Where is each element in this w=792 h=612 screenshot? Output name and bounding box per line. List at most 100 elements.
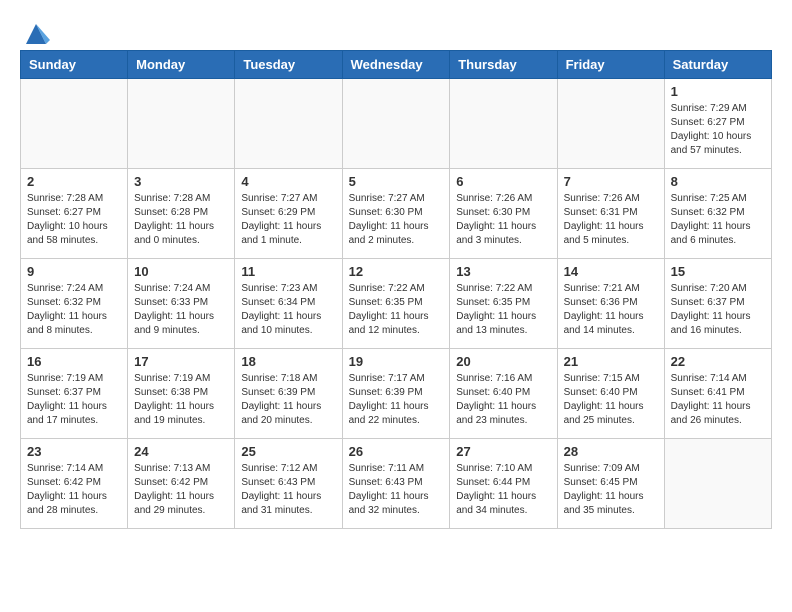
calendar-cell: 10 Sunrise: 7:24 AM Sunset: 6:33 PM Dayli… [128,259,235,349]
calendar-cell: 9 Sunrise: 7:24 AM Sunset: 6:32 PM Daylig… [21,259,128,349]
day-number: 11 [241,264,335,279]
calendar-header-wednesday: Wednesday [342,51,450,79]
calendar-cell [235,79,342,169]
day-number: 12 [349,264,444,279]
calendar-cell: 6 Sunrise: 7:26 AM Sunset: 6:30 PM Daylig… [450,169,557,259]
day-info: Sunrise: 7:09 AM Sunset: 6:45 PM Dayligh… [564,462,658,518]
day-number: 20 [456,354,550,369]
calendar-cell: 25 Sunrise: 7:12 AM Sunset: 6:43 PM Dayli… [235,439,342,529]
day-number: 25 [241,444,335,459]
day-info: Sunrise: 7:23 AM Sunset: 6:34 PM Dayligh… [241,282,335,338]
day-info: Sunrise: 7:14 AM Sunset: 6:41 PM Dayligh… [671,372,765,428]
calendar-cell [342,79,450,169]
calendar-cell: 11 Sunrise: 7:23 AM Sunset: 6:34 PM Dayli… [235,259,342,349]
calendar-header-thursday: Thursday [450,51,557,79]
day-info: Sunrise: 7:21 AM Sunset: 6:36 PM Dayligh… [564,282,658,338]
day-info: Sunrise: 7:18 AM Sunset: 6:39 PM Dayligh… [241,372,335,428]
day-info: Sunrise: 7:19 AM Sunset: 6:38 PM Dayligh… [134,372,228,428]
day-info: Sunrise: 7:19 AM Sunset: 6:37 PM Dayligh… [27,372,121,428]
calendar-cell: 3 Sunrise: 7:28 AM Sunset: 6:28 PM Daylig… [128,169,235,259]
day-info: Sunrise: 7:25 AM Sunset: 6:32 PM Dayligh… [671,192,765,248]
logo [20,20,50,40]
day-info: Sunrise: 7:26 AM Sunset: 6:30 PM Dayligh… [456,192,550,248]
day-number: 24 [134,444,228,459]
calendar-header-tuesday: Tuesday [235,51,342,79]
calendar-cell: 4Sunrise: 7:27 AM Sunset: 6:29 PM Daylig… [235,169,342,259]
day-number: 28 [564,444,658,459]
calendar-cell: 24Sunrise: 7:13 AM Sunset: 6:42 PM Dayli… [128,439,235,529]
day-info: Sunrise: 7:24 AM Sunset: 6:33 PM Dayligh… [134,282,228,338]
calendar-cell: 7 Sunrise: 7:26 AM Sunset: 6:31 PM Daylig… [557,169,664,259]
calendar-header-saturday: Saturday [664,51,771,79]
week-row-1: 2 Sunrise: 7:28 AM Sunset: 6:27 PM Daylig… [21,169,772,259]
calendar-cell: 8 Sunrise: 7:25 AM Sunset: 6:32 PM Daylig… [664,169,771,259]
calendar-header-monday: Monday [128,51,235,79]
day-info: Sunrise: 7:11 AM Sunset: 6:43 PM Dayligh… [349,462,444,518]
day-number: 6 [456,174,550,189]
day-number: 5 [349,174,444,189]
week-row-4: 23 Sunrise: 7:14 AM Sunset: 6:42 PM Dayli… [21,439,772,529]
calendar-cell: 20Sunrise: 7:16 AM Sunset: 6:40 PM Dayli… [450,349,557,439]
calendar-table: SundayMondayTuesdayWednesdayThursdayFrid… [20,50,772,529]
calendar-cell: 18 Sunrise: 7:18 AM Sunset: 6:39 PM Dayli… [235,349,342,439]
day-info: Sunrise: 7:15 AM Sunset: 6:40 PM Dayligh… [564,372,658,428]
day-number: 23 [27,444,121,459]
week-row-3: 16 Sunrise: 7:19 AM Sunset: 6:37 PM Dayli… [21,349,772,439]
day-number: 17 [134,354,228,369]
day-info: Sunrise: 7:20 AM Sunset: 6:37 PM Dayligh… [671,282,765,338]
day-info: Sunrise: 7:28 AM Sunset: 6:27 PM Dayligh… [27,192,121,248]
calendar-cell: 19 Sunrise: 7:17 AM Sunset: 6:39 PM Dayli… [342,349,450,439]
calendar-cell: 23 Sunrise: 7:14 AM Sunset: 6:42 PM Dayli… [21,439,128,529]
day-info: Sunrise: 7:27 AM Sunset: 6:30 PM Dayligh… [349,192,444,248]
calendar-cell: 1 Sunrise: 7:29 AM Sunset: 6:27 PM Daylig… [664,79,771,169]
day-info: Sunrise: 7:14 AM Sunset: 6:42 PM Dayligh… [27,462,121,518]
day-number: 18 [241,354,335,369]
day-number: 21 [564,354,658,369]
day-info: Sunrise: 7:10 AM Sunset: 6:44 PM Dayligh… [456,462,550,518]
calendar-cell: 15Sunrise: 7:20 AM Sunset: 6:37 PM Dayli… [664,259,771,349]
day-info: Sunrise: 7:12 AM Sunset: 6:43 PM Dayligh… [241,462,335,518]
day-number: 9 [27,264,121,279]
calendar-cell: 16 Sunrise: 7:19 AM Sunset: 6:37 PM Dayli… [21,349,128,439]
calendar-cell [21,79,128,169]
day-info: Sunrise: 7:26 AM Sunset: 6:31 PM Dayligh… [564,192,658,248]
day-number: 22 [671,354,765,369]
day-number: 8 [671,174,765,189]
calendar-cell [664,439,771,529]
calendar-header-row: SundayMondayTuesdayWednesdayThursdayFrid… [21,51,772,79]
logo-icon [22,20,50,48]
day-number: 27 [456,444,550,459]
calendar-cell: 27 Sunrise: 7:10 AM Sunset: 6:44 PM Dayli… [450,439,557,529]
calendar-cell [450,79,557,169]
week-row-2: 9 Sunrise: 7:24 AM Sunset: 6:32 PM Daylig… [21,259,772,349]
calendar-cell: 26 Sunrise: 7:11 AM Sunset: 6:43 PM Dayli… [342,439,450,529]
day-info: Sunrise: 7:28 AM Sunset: 6:28 PM Dayligh… [134,192,228,248]
day-info: Sunrise: 7:24 AM Sunset: 6:32 PM Dayligh… [27,282,121,338]
day-info: Sunrise: 7:29 AM Sunset: 6:27 PM Dayligh… [671,102,765,158]
day-number: 1 [671,84,765,99]
calendar-cell: 14 Sunrise: 7:21 AM Sunset: 6:36 PM Dayli… [557,259,664,349]
calendar-header-friday: Friday [557,51,664,79]
day-number: 16 [27,354,121,369]
calendar-cell: 13 Sunrise: 7:22 AM Sunset: 6:35 PM Dayli… [450,259,557,349]
day-number: 3 [134,174,228,189]
calendar-cell: 28 Sunrise: 7:09 AM Sunset: 6:45 PM Dayli… [557,439,664,529]
day-number: 2 [27,174,121,189]
day-number: 14 [564,264,658,279]
calendar-cell: 5 Sunrise: 7:27 AM Sunset: 6:30 PM Daylig… [342,169,450,259]
day-info: Sunrise: 7:22 AM Sunset: 6:35 PM Dayligh… [456,282,550,338]
day-info: Sunrise: 7:17 AM Sunset: 6:39 PM Dayligh… [349,372,444,428]
calendar-cell: 2 Sunrise: 7:28 AM Sunset: 6:27 PM Daylig… [21,169,128,259]
calendar-cell: 22 Sunrise: 7:14 AM Sunset: 6:41 PM Dayli… [664,349,771,439]
day-number: 10 [134,264,228,279]
calendar-header-sunday: Sunday [21,51,128,79]
day-info: Sunrise: 7:27 AM Sunset: 6:29 PM Dayligh… [241,192,335,248]
calendar-cell [128,79,235,169]
day-number: 7 [564,174,658,189]
calendar-cell: 12Sunrise: 7:22 AM Sunset: 6:35 PM Dayli… [342,259,450,349]
calendar-cell [557,79,664,169]
day-number: 26 [349,444,444,459]
day-number: 13 [456,264,550,279]
day-number: 19 [349,354,444,369]
calendar-cell: 21 Sunrise: 7:15 AM Sunset: 6:40 PM Dayli… [557,349,664,439]
